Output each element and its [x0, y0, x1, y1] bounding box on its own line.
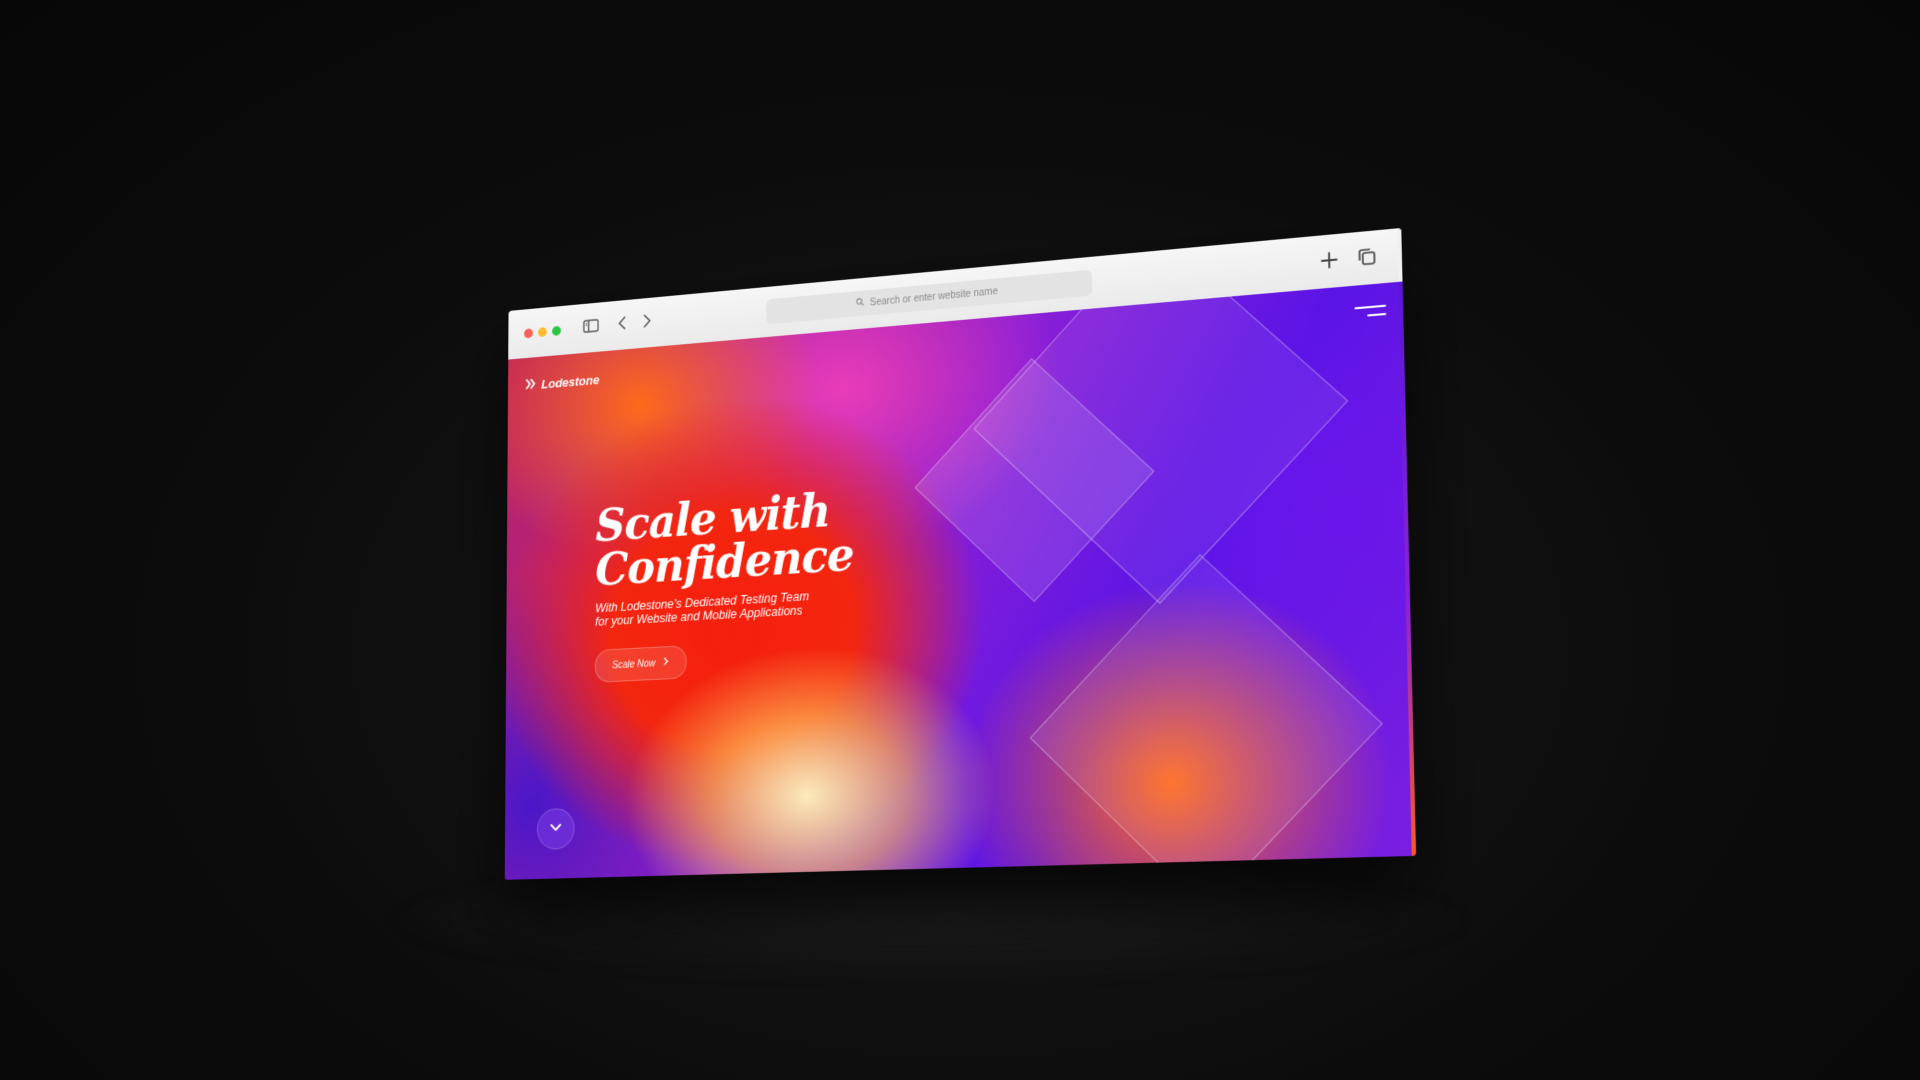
tabs-icon[interactable] [1355, 244, 1379, 269]
close-window-button[interactable] [524, 328, 533, 339]
sidebar-icon[interactable] [582, 316, 602, 339]
scale-now-button[interactable]: Scale Now [594, 645, 687, 683]
site-logo[interactable]: Lodestone [525, 372, 599, 392]
search-icon [856, 297, 865, 309]
logo-text: Lodestone [541, 372, 600, 392]
menu-icon[interactable] [1354, 302, 1387, 321]
forward-icon[interactable] [637, 310, 657, 333]
logo-chevron-icon [525, 378, 536, 393]
minimize-window-button[interactable] [538, 327, 547, 338]
maximize-window-button[interactable] [552, 325, 561, 337]
back-icon[interactable] [614, 313, 634, 336]
scale-now-label: Scale Now [612, 657, 656, 671]
plus-icon[interactable] [1317, 248, 1340, 273]
chevron-down-icon [549, 820, 562, 838]
chevron-right-icon [663, 657, 669, 669]
mockup-stage: Search or enter website name Lodestone S… [0, 0, 1920, 1080]
browser-window: Search or enter website name Lodestone S… [504, 227, 1417, 880]
chevron-shape-bottom [1029, 554, 1383, 880]
scroll-down-button[interactable] [536, 807, 575, 850]
hero-section: Lodestone Scale with Confidence With Lod… [504, 281, 1417, 880]
address-placeholder: Search or enter website name [869, 285, 998, 309]
browser-scene: Search or enter website name Lodestone S… [0, 0, 1920, 1080]
hero-title: Scale with Confidence [595, 481, 930, 596]
